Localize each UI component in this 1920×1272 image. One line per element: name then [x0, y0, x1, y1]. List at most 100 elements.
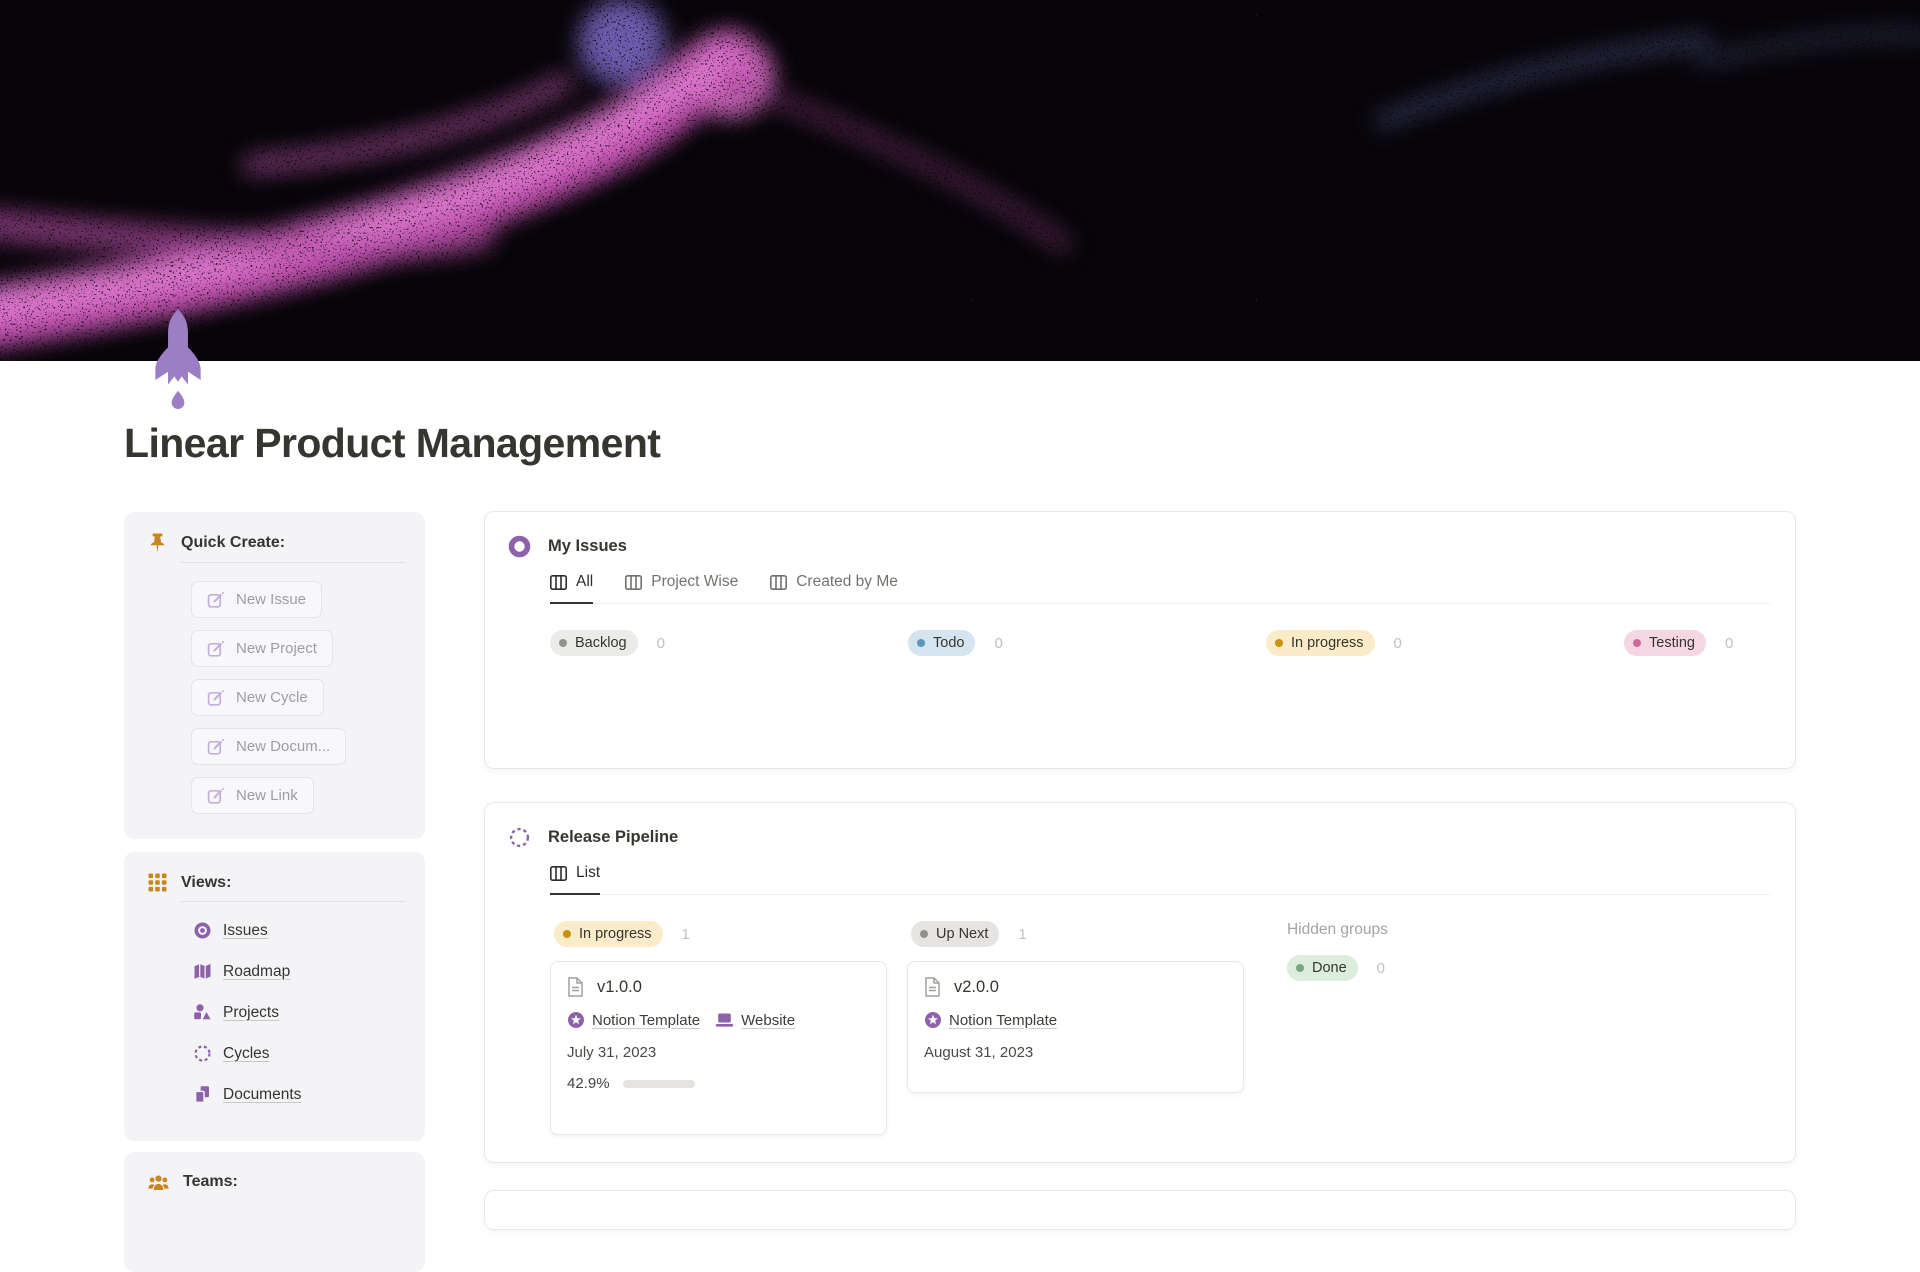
edit-icon: [207, 738, 225, 756]
progress-label: 42.9%: [567, 1075, 610, 1092]
teams-title: Teams:: [183, 1173, 238, 1190]
status-count: 1: [1018, 925, 1027, 943]
status-board: Backlog 0 Todo 0 In progress 0 Testing 0: [485, 604, 1795, 656]
release-board: In progress 1 v1.0.0 Notion Template Web…: [485, 895, 1795, 1135]
documents-icon: [193, 1085, 212, 1104]
grid-icon: [148, 873, 167, 892]
teams-panel: Teams:: [124, 1152, 425, 1272]
progress-bar: [622, 1079, 695, 1088]
status-dot: [1275, 639, 1283, 647]
tab-created-by-me[interactable]: Created by Me: [770, 573, 898, 604]
status-badge[interactable]: Up Next: [911, 921, 1000, 947]
divider: [180, 562, 405, 563]
sidebar-item-label[interactable]: Cycles: [223, 1045, 270, 1063]
status-dot: [559, 639, 567, 647]
badge-star-icon: [924, 1011, 942, 1029]
board-column-up-next: Up Next 1 v2.0.0 Notion Template August …: [907, 921, 1244, 1135]
status-badge[interactable]: In progress: [1266, 630, 1375, 656]
sidebar-item-projects[interactable]: Projects: [193, 999, 425, 1026]
new-document-button[interactable]: New Docum...: [191, 728, 347, 765]
status-badge[interactable]: Done: [1287, 955, 1358, 981]
sidebar-item-label[interactable]: Issues: [223, 922, 268, 940]
release-date: August 31, 2023: [924, 1044, 1034, 1061]
issues-icon: [193, 921, 212, 940]
website-link[interactable]: Website: [715, 1012, 795, 1029]
status-label: In progress: [1291, 635, 1364, 651]
status-badge[interactable]: Backlog: [550, 630, 638, 656]
notion-template-link[interactable]: Notion Template: [924, 1011, 1057, 1029]
laptop-icon: [715, 1012, 734, 1028]
people-icon: [148, 1174, 169, 1191]
banner-art: [0, 0, 1920, 361]
release-title[interactable]: v1.0.0: [597, 978, 642, 997]
next-card-peek: [484, 1190, 1796, 1230]
release-card-v2[interactable]: v2.0.0 Notion Template August 31, 2023: [907, 961, 1244, 1093]
roadmap-icon: [193, 962, 212, 981]
status-label: Up Next: [936, 926, 989, 942]
my-issues-card: My Issues All Project Wise Created by Me…: [484, 511, 1796, 769]
view-tabs: All Project Wise Created by Me: [550, 573, 1771, 604]
status-count: 0: [1724, 634, 1734, 652]
board-icon: [550, 574, 567, 590]
status-dot: [920, 930, 928, 938]
edit-icon: [207, 787, 225, 805]
hidden-groups-label: Hidden groups: [1287, 921, 1388, 938]
view-tabs: List: [550, 864, 1771, 895]
status-dot: [917, 639, 925, 647]
edit-icon: [207, 640, 225, 658]
button-label: New Project: [236, 640, 317, 657]
release-title[interactable]: v2.0.0: [954, 978, 999, 997]
status-label: In progress: [579, 926, 652, 942]
projects-icon: [193, 1003, 212, 1022]
notion-template-link[interactable]: Notion Template: [567, 1011, 700, 1029]
tag-label[interactable]: Notion Template: [592, 1012, 700, 1029]
quick-create-title: Quick Create:: [181, 534, 286, 551]
sidebar-item-label[interactable]: Projects: [223, 1004, 279, 1022]
sidebar-item-documents[interactable]: Documents: [193, 1081, 425, 1108]
release-date: July 31, 2023: [567, 1044, 657, 1061]
board-icon: [770, 574, 788, 590]
new-project-button[interactable]: New Project: [191, 630, 333, 667]
edit-icon: [207, 591, 225, 609]
tag-label[interactable]: Notion Template: [949, 1012, 1057, 1029]
rocket-page-icon[interactable]: [149, 309, 207, 411]
status-count: 0: [1376, 959, 1386, 977]
button-label: New Issue: [236, 591, 307, 608]
views-panel: Views: Issues Roadmap Projects Cycles Do…: [124, 852, 425, 1141]
new-link-button[interactable]: New Link: [191, 777, 314, 814]
sidebar-item-roadmap[interactable]: Roadmap: [193, 958, 425, 985]
badge-star-icon: [567, 1011, 585, 1029]
sidebar-item-label[interactable]: Documents: [223, 1086, 301, 1104]
new-cycle-button[interactable]: New Cycle: [191, 679, 324, 716]
board-column-in-progress: In progress 1 v1.0.0 Notion Template Web…: [550, 921, 887, 1135]
status-label: Testing: [1649, 635, 1695, 651]
release-pipeline-card: Release Pipeline List In progress 1 v1.0…: [484, 802, 1796, 1163]
tab-all[interactable]: All: [550, 573, 594, 604]
issue-ring-icon: [508, 535, 531, 558]
tag-label[interactable]: Website: [741, 1012, 795, 1029]
page-title: Linear Product Management: [124, 420, 661, 466]
tab-list[interactable]: List: [550, 864, 601, 895]
board-column-backlog: Backlog 0: [550, 630, 908, 656]
pushpin-icon: [148, 533, 167, 553]
status-dot: [1296, 964, 1304, 972]
release-card-v1[interactable]: v1.0.0 Notion Template Website July 31, …: [550, 961, 887, 1135]
status-count: 1: [681, 925, 690, 943]
sidebar-item-cycles[interactable]: Cycles: [193, 1040, 425, 1067]
status-badge[interactable]: Testing: [1624, 630, 1706, 656]
tab-label: Created by Me: [796, 573, 898, 590]
edit-icon: [207, 689, 225, 707]
status-label: Backlog: [575, 635, 627, 651]
board-icon: [550, 865, 567, 881]
status-badge[interactable]: In progress: [554, 921, 663, 947]
status-label: Done: [1312, 960, 1347, 976]
sidebar-item-issues[interactable]: Issues: [193, 917, 425, 944]
sidebar-item-label[interactable]: Roadmap: [223, 963, 290, 981]
board-column-testing: Testing 0: [1624, 630, 1795, 656]
status-badge[interactable]: Todo: [908, 630, 976, 656]
button-label: New Cycle: [236, 689, 308, 706]
hidden-groups-column: Hidden groups Done 0: [1264, 921, 1601, 1135]
divider: [180, 901, 405, 902]
new-issue-button[interactable]: New Issue: [191, 581, 323, 618]
tab-project-wise[interactable]: Project Wise: [625, 573, 738, 604]
